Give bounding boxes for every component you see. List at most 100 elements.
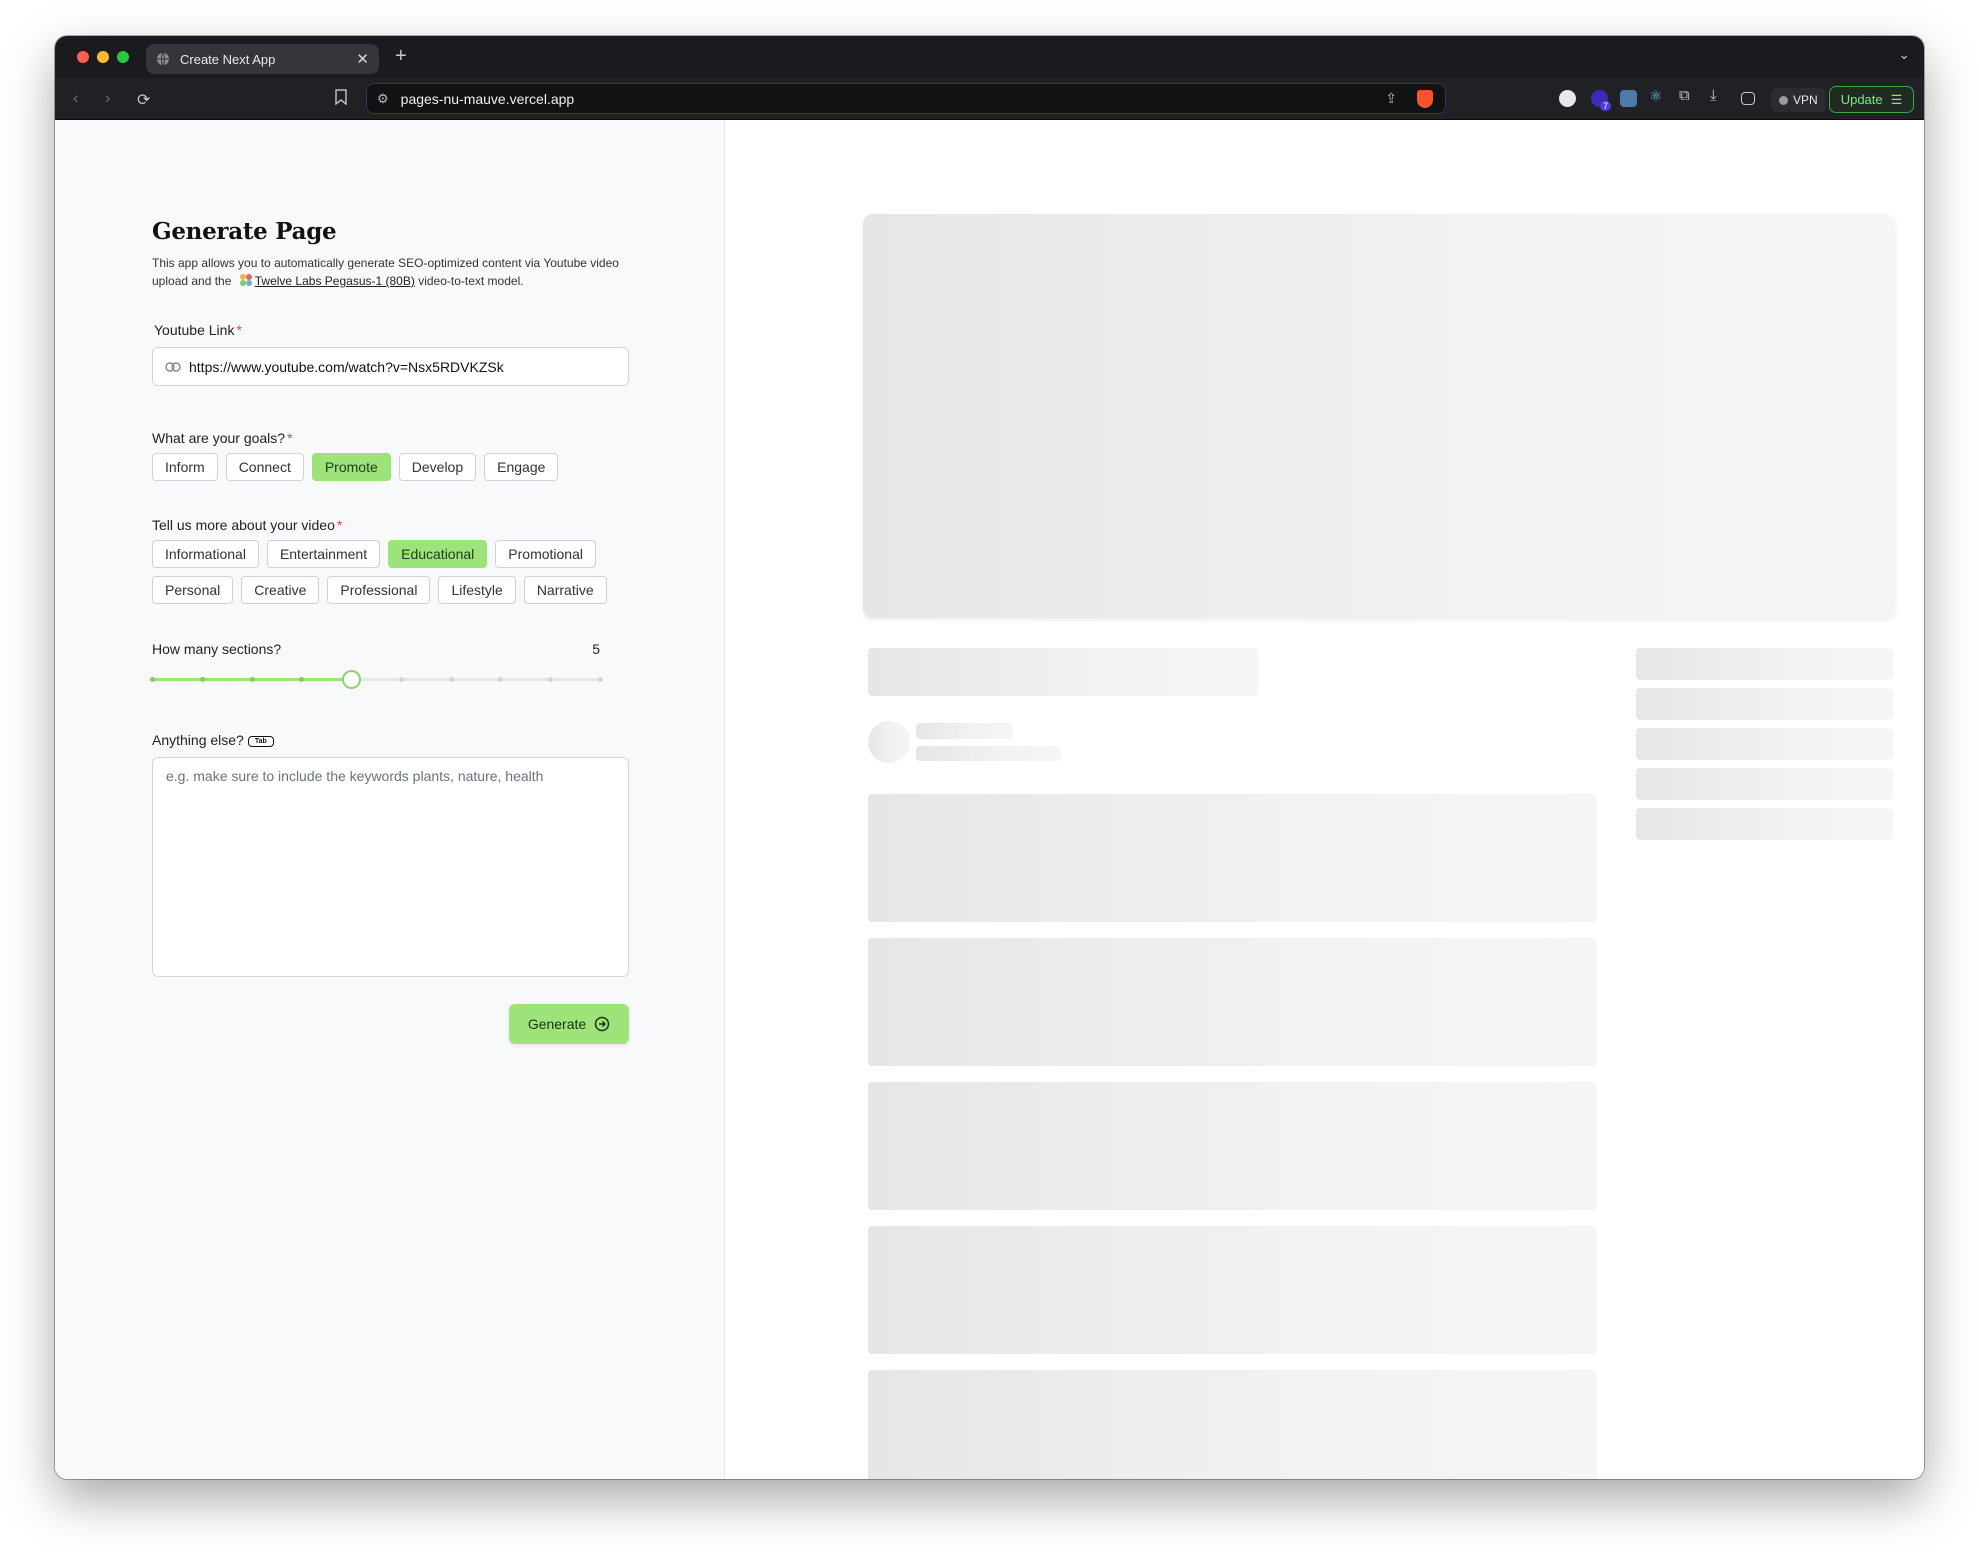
generate-label: Generate [527, 1016, 587, 1032]
update-button[interactable]: Update ☰ [1829, 86, 1914, 113]
slider-tick [150, 677, 155, 682]
window-controls [77, 51, 129, 63]
close-tab-icon[interactable]: ✕ [356, 50, 369, 68]
required-asterisk: * [336, 517, 343, 533]
sections-header: How many sections? 5 [152, 641, 600, 657]
back-icon[interactable]: ‹ [73, 90, 78, 108]
youtube-link-input[interactable]: https://www.youtube.com/watch?v=Nsx5RDVK… [152, 347, 629, 386]
sections-field: How many sections? 5 [150, 641, 629, 689]
anything-else-label: Anything else? Tab [152, 732, 629, 748]
react-devtools-icon[interactable]: ⚛ [1649, 87, 1666, 105]
generate-button[interactable]: Generate [509, 1004, 629, 1044]
video-type-chip[interactable]: Educational [388, 540, 488, 568]
youtube-field: Youtube Link * https://www.youtube.com/wa… [152, 322, 629, 386]
slider-thumb[interactable] [342, 670, 362, 689]
goal-chip[interactable]: Connect [225, 453, 304, 481]
globe-icon [157, 52, 169, 66]
skeleton-toc-item [1636, 648, 1893, 680]
bookmark-icon[interactable] [335, 89, 347, 105]
sections-slider[interactable] [150, 669, 603, 689]
maximize-window-button[interactable] [117, 51, 129, 63]
menu-icon: ☰ [1890, 91, 1903, 107]
new-tab-button[interactable]: + [395, 45, 407, 68]
skeleton-toc-item [1636, 768, 1893, 800]
goal-chip[interactable]: Promote [311, 453, 391, 481]
goal-chip[interactable]: Engage [484, 453, 559, 481]
vpn-button[interactable]: VPN [1771, 88, 1826, 112]
browser-window: Create Next App ✕ + ⌄ ‹ › ⟳ ⚙ pages-nu-m… [55, 36, 1924, 1479]
brave-shields-icon[interactable] [1417, 90, 1433, 108]
goal-chip[interactable]: Inform [152, 453, 218, 481]
sections-label: How many sections? [152, 641, 282, 657]
browser-toolbar: ‹ › ⟳ ⚙ pages-nu-mauve.vercel.app ⇪ 7 ⚛ … [55, 78, 1924, 120]
skeleton-toc-item [1636, 728, 1893, 760]
site-settings-icon[interactable]: ⚙ [377, 91, 389, 107]
minimize-window-button[interactable] [97, 51, 109, 63]
slider-tick [199, 677, 205, 682]
vpn-label: VPN [1793, 93, 1818, 107]
pegasus-link[interactable]: Twelve Labs Pegasus-1 (80B) [255, 274, 415, 288]
video-type-chip[interactable]: Professional [327, 576, 431, 604]
video-type-chip[interactable]: Promotional [495, 540, 596, 568]
extension-grid-icon[interactable] [1620, 90, 1637, 107]
youtube-label: Youtube Link * [154, 322, 242, 338]
goals-field: What are your goals? * Inform Connect Promo… [152, 430, 629, 481]
tab-key-hint: Tab [247, 736, 274, 747]
share-icon[interactable]: ⇪ [1385, 90, 1397, 107]
link-icon [165, 361, 181, 372]
puzzle-icon[interactable]: ⧉ [1679, 87, 1696, 104]
skeleton-toc-item [1636, 808, 1893, 840]
anything-else-field: Anything else? Tab e.g. make sure to incl… [152, 732, 629, 977]
generate-form: Generate Page This app allows you to aut… [150, 218, 632, 1044]
video-type-chip[interactable]: Entertainment [266, 540, 381, 568]
slider-tick [299, 677, 305, 682]
skeleton-section [868, 1370, 1597, 1479]
skeleton-section [868, 938, 1597, 1066]
sections-value: 5 [592, 641, 600, 657]
extension-icon[interactable] [1559, 90, 1576, 107]
slider-tick [398, 677, 404, 682]
page-content: Generate Page This app allows you to aut… [55, 120, 1924, 1479]
skeleton-section [868, 1082, 1597, 1210]
sidebar-toggle-icon[interactable] [1741, 92, 1755, 105]
browser-tab[interactable]: Create Next App ✕ [146, 44, 379, 74]
reload-icon[interactable]: ⟳ [137, 90, 150, 110]
slider-tick [548, 677, 554, 682]
youtube-link-value: https://www.youtube.com/watch?v=Nsx5RDVK… [189, 358, 504, 375]
video-type-chip[interactable]: Informational [152, 540, 259, 568]
address-bar[interactable]: ⚙ pages-nu-mauve.vercel.app ⇪ [366, 83, 1446, 114]
video-type-label: Tell us more about your video * [152, 517, 343, 533]
slider-tick [249, 677, 255, 682]
required-asterisk: * [236, 322, 242, 338]
arrow-right-circle-icon [594, 1016, 610, 1032]
skeleton-hero-image [863, 214, 1895, 618]
skeleton-section [868, 1226, 1597, 1354]
video-type-chip[interactable]: Creative [241, 576, 320, 604]
video-type-chips: Informational Entertainment Educational Pro… [152, 540, 632, 604]
url-text: pages-nu-mauve.vercel.app [400, 90, 575, 107]
slider-tick [498, 677, 504, 682]
forward-icon[interactable]: › [105, 90, 110, 108]
update-label: Update [1840, 92, 1883, 107]
download-icon[interactable]: ⤓ [1710, 87, 1727, 104]
anything-else-textarea[interactable]: e.g. make sure to include the keywords p… [152, 757, 629, 977]
close-window-button[interactable] [77, 51, 89, 63]
skeleton-author-name [916, 723, 1013, 739]
skeleton-section [868, 794, 1597, 922]
video-type-chip[interactable]: Lifestyle [438, 576, 516, 604]
goals-chips: Inform Connect Promote Develop Engage [152, 453, 632, 481]
tab-strip: Create Next App ✕ + ⌄ [55, 36, 1924, 78]
skeleton-avatar [868, 721, 910, 763]
goals-label: What are your goals? * [152, 430, 293, 446]
chevron-down-icon[interactable]: ⌄ [1898, 46, 1910, 63]
preview-panel [726, 120, 1924, 1479]
goal-chip[interactable]: Develop [398, 453, 477, 481]
tab-title: Create Next App [180, 51, 276, 67]
video-type-chip[interactable]: Narrative [523, 576, 607, 604]
video-type-chip[interactable]: Personal [152, 576, 234, 604]
slider-tick [598, 677, 603, 682]
twelve-labs-logo-icon [239, 274, 252, 286]
skeleton-title [868, 648, 1258, 696]
intro-text-2: video-to-text model. [418, 274, 524, 288]
page-title: Generate Page [152, 218, 337, 245]
